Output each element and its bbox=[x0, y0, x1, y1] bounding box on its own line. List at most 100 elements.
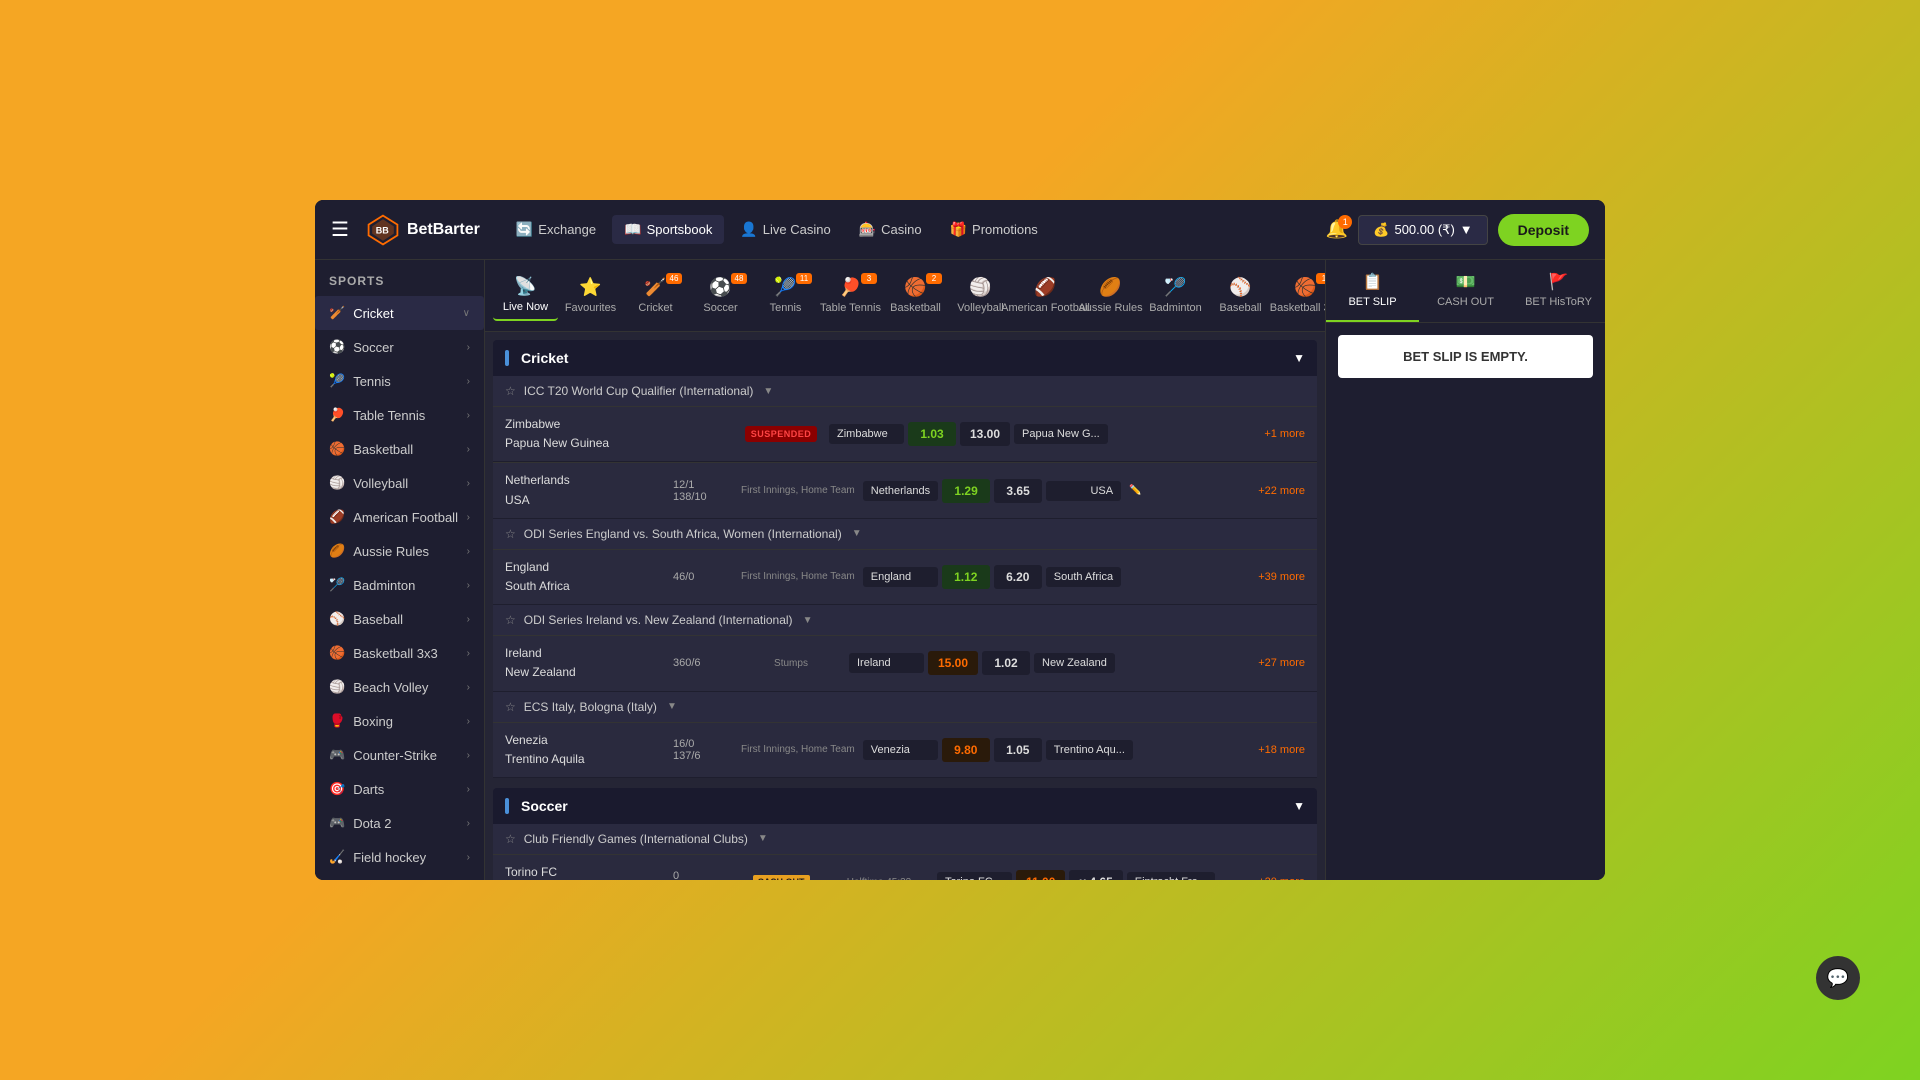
tab-favourites[interactable]: ⭐ Favourites bbox=[558, 271, 623, 320]
ecs-italy-label: ECS Italy, Bologna (Italy) bbox=[524, 700, 657, 714]
tab-american-football[interactable]: 🏈 American Football bbox=[1013, 271, 1078, 320]
club-dropdown[interactable]: ▼ bbox=[758, 833, 768, 844]
odi-ireland-dropdown[interactable]: ▼ bbox=[803, 615, 813, 626]
chevron-right-baseball: › bbox=[467, 614, 470, 625]
sidebar-item-beach-volley[interactable]: 🏐 Beach Volley › bbox=[315, 670, 484, 704]
more-btn-zimbabwe[interactable]: +1 more bbox=[1264, 428, 1305, 440]
sidebar-item-table-tennis[interactable]: 🏓 Table Tennis › bbox=[315, 398, 484, 432]
bad-tab-icon: 🏸 bbox=[1164, 277, 1186, 298]
tab-table-tennis[interactable]: 3 🏓 Table Tennis bbox=[818, 271, 883, 320]
basketball3x3-icon: 🏀 bbox=[329, 645, 345, 661]
tab-soccer[interactable]: 48 ⚽ Soccer bbox=[688, 271, 753, 320]
sidebar-label-beach: Beach Volley bbox=[353, 680, 428, 695]
more-btn-venezia[interactable]: +18 more bbox=[1258, 744, 1305, 756]
tab-aussie-rules[interactable]: 🏉 Aussie Rules bbox=[1078, 271, 1143, 320]
sidebar-item-baseball[interactable]: ⚾ Baseball › bbox=[315, 602, 484, 636]
balance-button[interactable]: 💰 500.00 (₹) ▼ bbox=[1358, 215, 1487, 245]
odds-away-torino: Eintracht Fre... bbox=[1127, 872, 1215, 880]
sidebar-item-darts[interactable]: 🎯 Darts › bbox=[315, 772, 484, 806]
nav-exchange[interactable]: 🔄 Exchange bbox=[504, 215, 608, 244]
sidebar-item-aussie-rules[interactable]: 🏉 Aussie Rules › bbox=[315, 534, 484, 568]
nav-casino[interactable]: 🎰 Casino bbox=[847, 215, 934, 244]
odds-home-netherlands-btn[interactable]: 1.29 bbox=[942, 479, 990, 503]
tab-cash-out[interactable]: 💵 CASH OUT bbox=[1419, 260, 1512, 322]
cricket-section-header: Cricket ▼ bbox=[493, 340, 1317, 376]
sidebar-label-dota2: Dota 2 bbox=[353, 816, 391, 831]
sidebar-item-dota2[interactable]: 🎮 Dota 2 › bbox=[315, 806, 484, 840]
aussie-tab-icon: 🏉 bbox=[1099, 277, 1121, 298]
table-row: Zimbabwe Papua New Guinea SUSPENDED Zimb… bbox=[493, 407, 1317, 462]
bball-tab-icon: 🏀 bbox=[904, 277, 926, 298]
league-dropdown-icon[interactable]: ▼ bbox=[763, 386, 773, 397]
exchange-icon: 🔄 bbox=[516, 221, 533, 238]
badminton-icon: 🏸 bbox=[329, 577, 345, 593]
odds-draw-ireland-btn[interactable]: 1.02 bbox=[982, 651, 1030, 675]
main-content: 📡 Live Now ⭐ Favourites 46 🏏 Cricket 48 … bbox=[485, 260, 1325, 880]
odds-home-btn[interactable]: 1.03 bbox=[908, 422, 956, 446]
tab-basketball[interactable]: 2 🏀 Basketball bbox=[883, 271, 948, 320]
odds-draw-netherlands-btn[interactable]: 3.65 bbox=[994, 479, 1042, 503]
more-btn-ireland[interactable]: +27 more bbox=[1258, 657, 1305, 669]
team2-sa: South Africa bbox=[505, 577, 665, 596]
odds-home-venezia-btn[interactable]: 9.80 bbox=[942, 738, 990, 762]
odds-draw-venezia-btn[interactable]: 1.05 bbox=[994, 738, 1042, 762]
ecs-italy-league: ☆ ECS Italy, Bologna (Italy) ▼ bbox=[493, 692, 1317, 723]
star-icon-4[interactable]: ☆ bbox=[505, 700, 516, 714]
more-btn-torino[interactable]: +20 more bbox=[1258, 876, 1305, 880]
odds-home-ireland-btn[interactable]: 15.00 bbox=[928, 651, 978, 675]
bet-history-tab-icon: 🚩 bbox=[1549, 272, 1569, 292]
tab-bet-slip[interactable]: 📋 BET SLIP bbox=[1326, 260, 1419, 322]
odds-home-england-btn[interactable]: 1.12 bbox=[942, 565, 990, 589]
team1-zimbabwe: Zimbabwe bbox=[505, 415, 665, 434]
nav-sportsbook[interactable]: 📖 Sportsbook bbox=[612, 215, 724, 244]
dota2-icon: 🎮 bbox=[329, 815, 345, 831]
sidebar-item-soccer[interactable]: ⚽ Soccer › bbox=[315, 330, 484, 364]
sidebar-item-field-hockey[interactable]: 🏑 Field hockey › bbox=[315, 840, 484, 874]
sidebar-item-badminton[interactable]: 🏸 Badminton › bbox=[315, 568, 484, 602]
odds-draw-btn[interactable]: 13.00 bbox=[960, 422, 1010, 446]
sidebar-item-counter-strike[interactable]: 🎮 Counter-Strike › bbox=[315, 738, 484, 772]
odds-draw-england-btn[interactable]: 6.20 bbox=[994, 565, 1042, 589]
tab-cricket[interactable]: 46 🏏 Cricket bbox=[623, 271, 688, 320]
ecs-dropdown[interactable]: ▼ bbox=[667, 701, 677, 712]
deposit-button[interactable]: Deposit bbox=[1498, 214, 1589, 246]
odi-dropdown[interactable]: ▼ bbox=[852, 528, 862, 539]
sidebar-label-badminton: Badminton bbox=[353, 578, 415, 593]
tab-live-now[interactable]: 📡 Live Now bbox=[493, 270, 558, 321]
sidebar-item-basketball[interactable]: 🏀 Basketball › bbox=[315, 432, 484, 466]
chat-button[interactable]: 💬 bbox=[1816, 956, 1860, 1000]
odds-draw-torino-btn[interactable]: x 4.65 bbox=[1069, 870, 1122, 880]
more-btn-netherlands[interactable]: +22 more bbox=[1258, 485, 1305, 497]
odds-home-torino-btn[interactable]: 11.00 bbox=[1016, 870, 1065, 880]
chevron-right-boxing: › bbox=[467, 716, 470, 727]
star-icon-2[interactable]: ☆ bbox=[505, 527, 516, 541]
cricket-collapse-icon[interactable]: ▼ bbox=[1293, 351, 1305, 365]
team2-png: Papua New Guinea bbox=[505, 434, 665, 453]
sidebar-label-american-football: American Football bbox=[353, 510, 458, 525]
nav-promotions[interactable]: 🎁 Promotions bbox=[938, 215, 1050, 244]
sidebar-item-boxing[interactable]: 🥊 Boxing › bbox=[315, 704, 484, 738]
sidebar-item-basketball3x3[interactable]: 🏀 Basketball 3x3 › bbox=[315, 636, 484, 670]
sidebar-item-tennis[interactable]: 🎾 Tennis › bbox=[315, 364, 484, 398]
soccer-collapse-icon[interactable]: ▼ bbox=[1293, 799, 1305, 813]
sidebar-item-cricket[interactable]: 🏏 Cricket ∨ bbox=[315, 296, 484, 330]
sidebar-item-volleyball[interactable]: 🏐 Volleyball › bbox=[315, 466, 484, 500]
tab-badminton[interactable]: 🏸 Badminton bbox=[1143, 271, 1208, 320]
hamburger-menu[interactable]: ☰ bbox=[331, 217, 349, 242]
volleyball-icon: 🏐 bbox=[329, 475, 345, 491]
icc-t20-label: ICC T20 World Cup Qualifier (Internation… bbox=[524, 384, 754, 398]
sidebar-label-tennis: Tennis bbox=[353, 374, 391, 389]
tab-bet-history[interactable]: 🚩 BET HisToRY bbox=[1512, 260, 1605, 322]
star-icon[interactable]: ☆ bbox=[505, 384, 516, 398]
star-icon-3[interactable]: ☆ bbox=[505, 613, 516, 627]
nav-live-casino[interactable]: 👤 Live Casino bbox=[728, 215, 842, 244]
baseball-icon: ⚾ bbox=[329, 611, 345, 627]
tab-basketball3x3[interactable]: 1 🏀 Basketball 3x3 bbox=[1273, 271, 1325, 320]
notification-button[interactable]: 🔔 1 bbox=[1326, 219, 1348, 240]
more-btn-england[interactable]: +39 more bbox=[1258, 571, 1305, 583]
sidebar-item-american-football[interactable]: 🏈 American Football › bbox=[315, 500, 484, 534]
tab-baseball[interactable]: ⚾ Baseball bbox=[1208, 271, 1273, 320]
star-icon-5[interactable]: ☆ bbox=[505, 832, 516, 846]
table-tennis-icon: 🏓 bbox=[329, 407, 345, 423]
tab-tennis[interactable]: 11 🎾 Tennis bbox=[753, 271, 818, 320]
